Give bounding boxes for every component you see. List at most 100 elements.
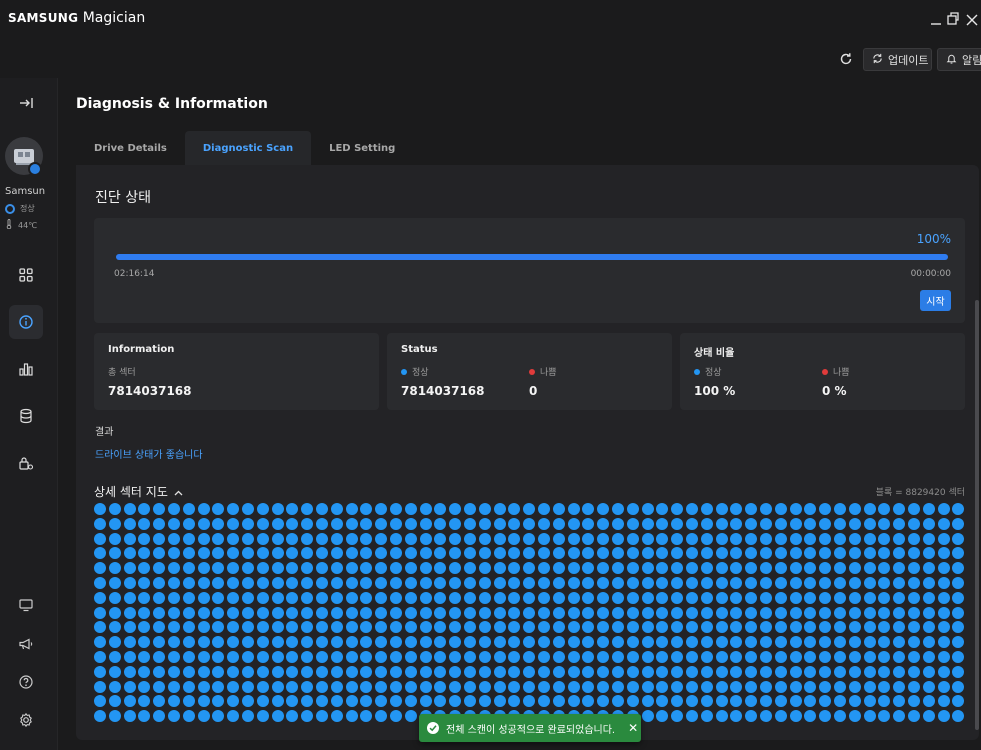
- sector-block: [493, 665, 506, 678]
- sector-map-toggle[interactable]: 상세 섹터 지도: [94, 483, 183, 500]
- sector-block: [242, 577, 254, 589]
- sector-block: [286, 562, 299, 575]
- sector-block: [745, 606, 758, 619]
- sector-block: [774, 517, 787, 530]
- help-icon[interactable]: [9, 665, 43, 699]
- sector-block: [493, 680, 506, 693]
- result-text[interactable]: 드라이브 상태가 좋습니다: [95, 446, 203, 461]
- tab-diagnostic-scan[interactable]: Diagnostic Scan: [184, 131, 312, 165]
- sector-block: [508, 547, 521, 560]
- sector-block: [700, 651, 713, 663]
- sector-block: [271, 695, 284, 708]
- sector-block: [316, 547, 328, 560]
- chart-icon[interactable]: [9, 352, 43, 386]
- sector-block: [671, 517, 684, 530]
- sector-block: [301, 621, 314, 634]
- sector-block: [360, 547, 373, 560]
- sector-block: [893, 517, 906, 530]
- sector-block: [671, 606, 684, 619]
- megaphone-icon[interactable]: [9, 627, 43, 661]
- alert-button[interactable]: 알림: [937, 48, 981, 71]
- settings-icon[interactable]: [9, 703, 43, 737]
- sector-block: [286, 606, 299, 619]
- refresh-icon[interactable]: [838, 51, 854, 67]
- sector-block: [493, 695, 506, 708]
- remaining-time: 00:00:00: [910, 269, 951, 279]
- sector-block: [745, 651, 758, 663]
- sector-block: [434, 532, 447, 545]
- sector-block: [449, 695, 462, 708]
- sector-block: [94, 651, 106, 663]
- sector-block: [271, 562, 284, 575]
- sector-block: [419, 532, 432, 545]
- sector-block: [641, 547, 654, 560]
- sector-block: [227, 547, 240, 560]
- sector-block: [434, 680, 447, 693]
- sector-block: [345, 562, 358, 575]
- good-dot-icon: [694, 368, 700, 375]
- progress-bar: [116, 254, 948, 260]
- sector-block: [419, 636, 432, 649]
- app-logo: SAMSUNG Magician: [8, 10, 145, 26]
- sector-block: [449, 621, 462, 634]
- database-icon[interactable]: [9, 399, 43, 433]
- sector-block: [567, 680, 580, 693]
- sector-block: [345, 577, 358, 589]
- sector-block: [478, 532, 491, 545]
- sector-block: [493, 532, 506, 545]
- close-icon[interactable]: [965, 11, 979, 27]
- tab-led-setting[interactable]: LED Setting: [311, 131, 413, 165]
- sector-block: [730, 547, 743, 560]
- sector-block: [686, 517, 698, 530]
- sector-block: [848, 680, 861, 693]
- sector-block: [656, 503, 669, 515]
- toast-close-icon[interactable]: ✕: [628, 721, 638, 735]
- sector-block: [804, 606, 817, 619]
- sector-block: [641, 503, 654, 515]
- dashboard-icon[interactable]: [9, 258, 43, 292]
- sector-block: [567, 547, 580, 560]
- sector-block: [952, 665, 965, 678]
- tab-drive-details[interactable]: Drive Details: [76, 131, 185, 165]
- sector-block: [922, 680, 935, 693]
- sector-block: [922, 562, 935, 575]
- sector-block: [834, 532, 846, 545]
- sector-block: [789, 577, 802, 589]
- sector-block: [715, 547, 728, 560]
- scrollbar[interactable]: [975, 300, 979, 730]
- sector-block: [197, 651, 210, 663]
- sector-block: [908, 651, 920, 663]
- sector-block: [330, 665, 343, 678]
- sector-block: [330, 651, 343, 663]
- sector-block: [819, 636, 832, 649]
- restore-icon[interactable]: [946, 11, 960, 27]
- sector-block: [612, 695, 624, 708]
- sector-block: [242, 710, 254, 723]
- minimize-icon[interactable]: [929, 11, 943, 27]
- info-icon[interactable]: [9, 305, 43, 339]
- drive-status-label: 정상: [20, 204, 35, 213]
- sector-block: [94, 695, 106, 708]
- good-dot-icon: [401, 368, 407, 375]
- sector-block: [330, 621, 343, 634]
- sector-block: [434, 621, 447, 634]
- sector-block: [182, 710, 195, 723]
- sector-block: [671, 591, 684, 604]
- sector-block: [508, 532, 521, 545]
- start-button[interactable]: 시작: [920, 290, 951, 311]
- sector-block: [478, 636, 491, 649]
- monitor-icon[interactable]: [9, 588, 43, 622]
- sector-block: [138, 680, 151, 693]
- sector-block: [138, 651, 151, 663]
- sector-block: [774, 577, 787, 589]
- sector-block: [271, 651, 284, 663]
- sector-block: [256, 651, 269, 663]
- update-button[interactable]: 업데이트: [863, 48, 932, 71]
- sector-block: [893, 665, 906, 678]
- sector-block: [656, 591, 669, 604]
- collapse-icon[interactable]: [9, 86, 43, 120]
- sector-block: [493, 621, 506, 634]
- sector-block: [597, 577, 610, 589]
- lock-gear-icon[interactable]: [9, 446, 43, 480]
- sector-block: [197, 503, 210, 515]
